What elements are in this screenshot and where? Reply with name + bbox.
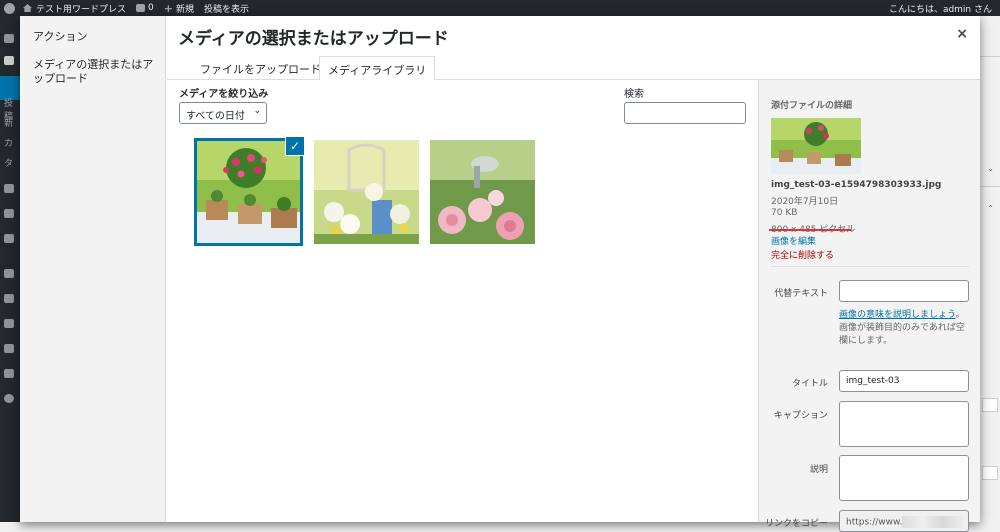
search-label: 検索 — [624, 89, 644, 100]
menu-actions: アクション — [33, 30, 88, 43]
details-thumbnail — [771, 118, 861, 174]
details-title: 添付ファイルの詳細 — [771, 101, 853, 111]
attachment-thumbnail[interactable] — [430, 140, 535, 244]
site-name-label: テスト用ワードプレス — [36, 4, 127, 15]
plus-icon: + — [163, 1, 173, 15]
users-icon[interactable] — [4, 319, 14, 328]
background-page: ⌄ ⌃ — [980, 16, 1000, 522]
url-value: https://www. — [846, 517, 903, 528]
pin-icon[interactable] — [4, 56, 14, 65]
pages-icon[interactable] — [4, 209, 14, 218]
divider — [980, 186, 1000, 187]
comments-link[interactable]: 0 — [136, 3, 154, 13]
details-filename: img_test-03-e1594798303933.jpg — [771, 180, 942, 190]
site-name-link[interactable]: テスト用ワードプレス — [23, 2, 126, 15]
caption-label: キャプション — [773, 411, 828, 421]
copy-link-label: リンクをコピー — [764, 519, 828, 529]
white-flowers-image — [314, 140, 419, 244]
admin-menu: 投稿 新 カ タ — [0, 16, 20, 522]
comments-count: 0 — [148, 3, 154, 13]
description-textarea[interactable] — [839, 455, 969, 501]
comments-icon[interactable] — [4, 234, 14, 243]
dashboard-icon[interactable] — [4, 34, 14, 43]
chevron-down-icon: ⌄ — [253, 106, 261, 116]
background-box — [982, 398, 998, 412]
divider — [980, 56, 1000, 57]
title-label: タイトル — [791, 379, 828, 389]
account-greeting[interactable]: こんにちは、admin さん — [889, 2, 992, 15]
chevron-up-icon[interactable]: ⌃ — [987, 204, 994, 213]
url-field[interactable]: https://www. — [839, 510, 969, 532]
details-size: 70 KB — [771, 208, 798, 218]
pink-peonies-image — [430, 140, 535, 244]
search-input[interactable] — [624, 102, 746, 124]
attachment-thumbnail[interactable]: ✓ — [194, 136, 305, 246]
blurred-url — [902, 516, 965, 528]
date-filter-value: すべての日付 — [186, 111, 245, 122]
alt-text-help-link[interactable]: 画像の意味を説明しましょう — [839, 310, 955, 320]
attachment-details-sidebar: 添付ファイルの詳細 img_test-03-e1594798303933.jpg… — [758, 80, 980, 532]
collapse-icon[interactable] — [4, 394, 14, 403]
title-input[interactable]: img_test-03 — [839, 370, 969, 392]
media-modal: アクション メディアの選択またはアップロード メディアの選択またはアップロード … — [20, 16, 980, 532]
alt-text-label: 代替テキスト — [774, 289, 828, 299]
tab-router: ファイルをアップロード メディアライブラリ — [167, 50, 980, 81]
view-post-link[interactable]: 投稿を表示 — [204, 2, 249, 15]
divider — [771, 266, 969, 267]
alt-text-help: 画像の意味を説明しましょう。画像が装飾目的のみであれば空欄にします。 — [839, 309, 971, 348]
media-icon[interactable] — [4, 184, 14, 193]
home-icon — [23, 4, 32, 12]
modal-title: メディアの選択またはアップロード — [178, 29, 449, 49]
new-label: 新規 — [175, 4, 194, 15]
tools-icon[interactable] — [4, 344, 14, 353]
chevron-down-icon[interactable]: ⌄ — [987, 164, 994, 173]
attachments-browser: メディアを絞り込み すべての日付 ⌄ 検索 ✓ — [167, 80, 758, 522]
menu-select-upload[interactable]: メディアの選択またはアップロード — [33, 58, 158, 86]
tab-upload[interactable]: ファイルをアップロード — [192, 56, 329, 81]
filter-label: メディアを絞り込み — [179, 89, 269, 100]
description-label: 説明 — [809, 465, 828, 475]
highlight-underline — [769, 229, 851, 231]
modal-menu: アクション メディアの選択またはアップロード — [20, 16, 166, 522]
selected-check-icon[interactable]: ✓ — [285, 136, 305, 156]
alt-text-input[interactable] — [839, 280, 969, 302]
menu-sub-tag[interactable]: タ — [4, 156, 13, 169]
caption-textarea[interactable] — [839, 401, 969, 447]
delete-permanently-link[interactable]: 完全に削除する — [771, 248, 834, 261]
appearance-icon[interactable] — [4, 269, 14, 278]
new-content-link[interactable]: + 新規 — [164, 2, 194, 15]
background-box — [982, 466, 998, 480]
menu-sub-new[interactable]: 新 — [4, 116, 13, 129]
attachment-thumbnail[interactable] — [314, 140, 419, 244]
tab-media-library[interactable]: メディアライブラリ — [319, 56, 436, 81]
settings-icon[interactable] — [4, 369, 14, 378]
menu-sub-category[interactable]: カ — [4, 136, 13, 149]
close-icon: × — [956, 26, 968, 42]
details-date: 2020年7月10日 — [771, 197, 839, 207]
edit-image-link[interactable]: 画像を編集 — [771, 234, 816, 247]
plugins-icon[interactable] — [4, 294, 14, 303]
wordpress-logo-icon[interactable] — [4, 2, 15, 14]
admin-bar: テスト用ワードプレス 0 + 新規 投稿を表示 こんにちは、admin さん — [0, 0, 1000, 16]
close-button[interactable]: × — [956, 26, 968, 42]
date-filter-select[interactable]: すべての日付 ⌄ — [179, 102, 267, 124]
comment-icon — [136, 4, 146, 12]
